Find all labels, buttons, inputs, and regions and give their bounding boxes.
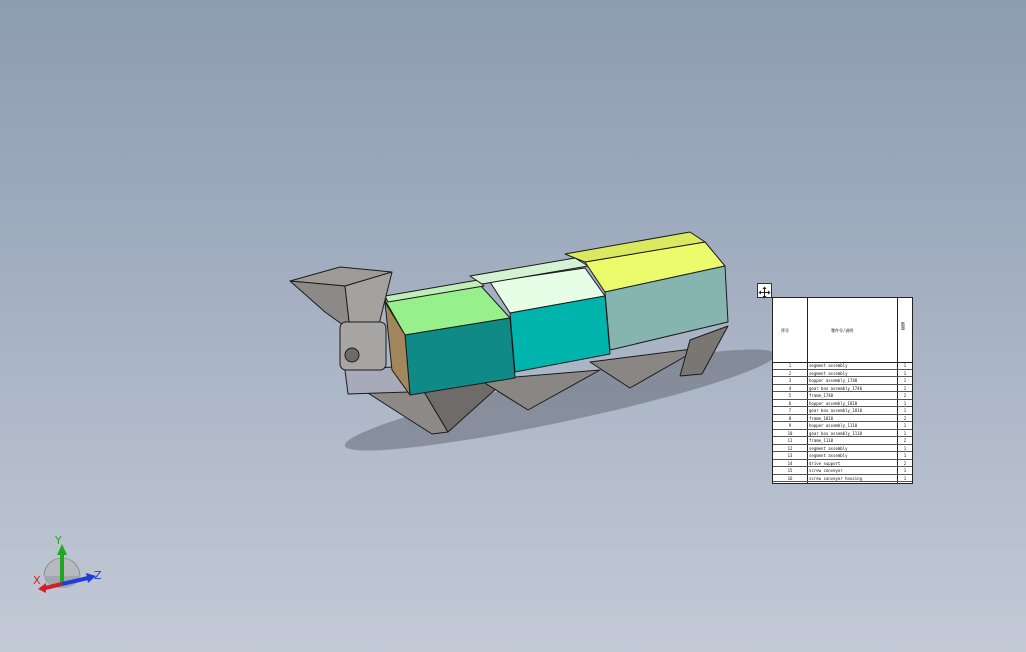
table-row[interactable]: 12 segment assembly 1 [773, 445, 912, 452]
bom-cell-no: 8 [788, 415, 792, 421]
bom-cell-qty: 2 [903, 460, 907, 466]
table-row[interactable]: 16 screw conveyor housing 1 [773, 475, 912, 482]
bom-cell-desc: segment assembly [809, 445, 848, 451]
table-row[interactable]: 6 hopper assembly_1810 1 [773, 400, 912, 407]
bom-cell-desc: gear box assembly_1110 [809, 430, 862, 436]
bom-cell-qty: 1 [903, 378, 907, 383]
bom-cell-qty: 1 [903, 400, 907, 406]
bom-cell-no: 15 [787, 468, 793, 473]
bom-cell-qty: 1 [903, 363, 907, 368]
bom-cell-no: 7 [788, 408, 792, 413]
bom-cell-desc: hopper assembly_1810 [809, 400, 858, 406]
bom-cell-no: 4 [788, 385, 792, 391]
table-row[interactable]: 15 screw conveyor 1 [773, 467, 912, 475]
bom-cell-desc: frame_1810 [809, 415, 834, 421]
bom-cell-qty: 1 [903, 430, 907, 436]
bom-cell-qty: 1 [903, 453, 907, 458]
bom-table[interactable]: 序号 零件号/说明 数量 1 segment assembly 1 2 segment … [772, 297, 913, 484]
bom-cell-qty: 2 [903, 415, 907, 421]
bom-cell-qty: 1 [903, 385, 907, 391]
bom-cell-no: 14 [787, 460, 793, 466]
table-row[interactable]: 7 gear box assembly_1810 1 [773, 407, 912, 415]
bom-cell-no: 5 [788, 393, 792, 398]
table-move-handle-icon[interactable] [757, 283, 772, 299]
bom-cell-desc: hopper assembly_1740 [809, 378, 858, 383]
bom-cell-desc: drive support [809, 460, 841, 466]
bom-cell-qty: 2 [903, 393, 907, 398]
bom-cell-no: 13 [787, 453, 793, 458]
coordinate-triad: Y X Z [33, 534, 102, 593]
table-row[interactable]: 13 segment assembly 1 [773, 452, 912, 460]
table-row[interactable]: 10 gear box assembly_1110 1 [773, 430, 912, 437]
bom-cell-desc: segment assembly [809, 370, 848, 376]
table-row[interactable]: 4 gear box assembly_1740 1 [773, 385, 912, 392]
bom-header-qty: 数量 [901, 322, 906, 330]
bom-cell-qty: 1 [903, 475, 907, 481]
bom-cell-desc: segment assembly [809, 363, 848, 368]
bom-cell-desc: screw conveyor housing [809, 475, 862, 481]
motor [344, 347, 360, 363]
bom-cell-no: 12 [787, 445, 793, 451]
bom-cell-qty: 1 [903, 408, 907, 413]
axis-y-label: Y [54, 534, 62, 547]
bom-cell-no: 16 [787, 475, 793, 481]
bom-header: 序号 零件号/说明 数量 [773, 298, 912, 363]
table-row[interactable]: 5 frame_1740 2 [773, 392, 912, 400]
bom-cell-desc: gear box assembly_1740 [809, 385, 862, 391]
feed-hopper-body [289, 280, 351, 331]
bom-cell-no: 2 [788, 370, 792, 376]
bom-cell-qty: 1 [903, 370, 907, 376]
bom-cell-qty: 1 [903, 468, 907, 473]
bom-cell-desc: screw conveyor [809, 468, 843, 473]
table-row[interactable]: 11 frame_1110 2 [773, 437, 912, 445]
bom-cell-desc: hopper assembly_1110 [809, 423, 858, 428]
table-row[interactable]: 9 hopper assembly_1110 1 [773, 422, 912, 430]
table-row[interactable]: 2 segment assembly 1 [773, 370, 912, 377]
bom-cell-no: 6 [788, 400, 792, 406]
axis-x-label: X [33, 574, 41, 587]
move-arrows-icon [758, 286, 771, 299]
bom-cell-qty: 2 [903, 438, 907, 443]
table-row[interactable]: 8 frame_1810 2 [773, 415, 912, 422]
axis-z-label: Z [94, 569, 102, 582]
bom-header-desc: 零件号/说明 [831, 328, 854, 333]
bom-cell-no: 11 [787, 438, 793, 443]
bom-cell-qty: 1 [903, 445, 907, 451]
bom-cell-desc: segment assembly [809, 453, 848, 458]
bom-cell-no: 3 [788, 378, 792, 383]
bom-rows: 1 segment assembly 1 2 segment assembly 1 3 hop… [773, 362, 912, 482]
bom-cell-desc: frame_1740 [809, 393, 834, 398]
bom-cell-desc: frame_1110 [809, 438, 834, 443]
gear-housing [339, 321, 387, 371]
bom-cell-qty: 1 [903, 423, 907, 428]
table-row[interactable]: 3 hopper assembly_1740 1 [773, 377, 912, 385]
bom-header-item: 序号 [781, 328, 789, 333]
bom-cell-no: 1 [788, 363, 792, 368]
table-row[interactable]: 1 segment assembly 1 [773, 362, 912, 370]
bom-cell-no: 10 [787, 430, 793, 436]
bom-cell-desc: gear box assembly_1810 [809, 408, 862, 413]
table-row[interactable]: 14 drive support 2 [773, 460, 912, 467]
bom-cell-no: 9 [788, 423, 792, 428]
